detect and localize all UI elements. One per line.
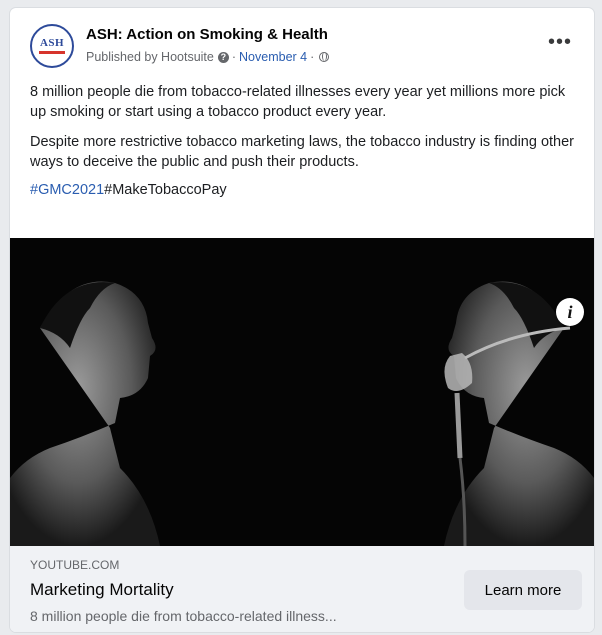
info-icon[interactable]: i: [556, 298, 584, 326]
post-header: ASH ASH: Action on Smoking & Health Publ…: [10, 8, 594, 78]
meta-separator: ·: [310, 50, 315, 64]
avatar-text: ASH: [39, 37, 65, 49]
page-avatar[interactable]: ASH: [30, 24, 74, 68]
facebook-post-card: ASH ASH: Action on Smoking & Health Publ…: [10, 8, 594, 632]
published-by: Published by Hootsuite: [86, 50, 214, 64]
post-text: 8 million people die from tobacco-relate…: [30, 82, 578, 200]
page-name[interactable]: ASH: Action on Smoking & Health: [86, 26, 328, 43]
ash-logo: ASH: [35, 29, 69, 63]
video-thumbnail[interactable]: [10, 238, 594, 546]
globe-icon: [319, 52, 330, 62]
thumbnail-image: [10, 238, 594, 546]
more-options-button[interactable]: •••: [548, 32, 572, 52]
post-date[interactable]: November 4: [239, 50, 307, 64]
hashtag-maketobaccopay[interactable]: #MakeTobaccoPay: [104, 182, 227, 198]
link-title[interactable]: Marketing Mortality: [30, 580, 174, 600]
learn-more-button[interactable]: Learn more: [464, 570, 582, 610]
post-paragraph: Despite more restrictive tobacco marketi…: [30, 134, 574, 170]
info-question-icon[interactable]: ?: [217, 51, 229, 63]
avatar-underline: [39, 51, 65, 54]
link-preview[interactable]: YOUTUBE.COM Marketing Mortality 8 millio…: [10, 546, 594, 632]
link-domain: YOUTUBE.COM: [30, 558, 120, 572]
post-paragraph: 8 million people die from tobacco-relate…: [30, 84, 566, 120]
hashtag-gmc2021[interactable]: #GMC2021: [30, 182, 104, 198]
post-meta: Published by Hootsuite ? · November 4 ·: [86, 50, 330, 64]
hashtags: #GMC2021#MakeTobaccoPay: [30, 180, 578, 200]
link-description: 8 million people die from tobacco-relate…: [30, 608, 337, 624]
meta-separator: ·: [231, 50, 237, 64]
